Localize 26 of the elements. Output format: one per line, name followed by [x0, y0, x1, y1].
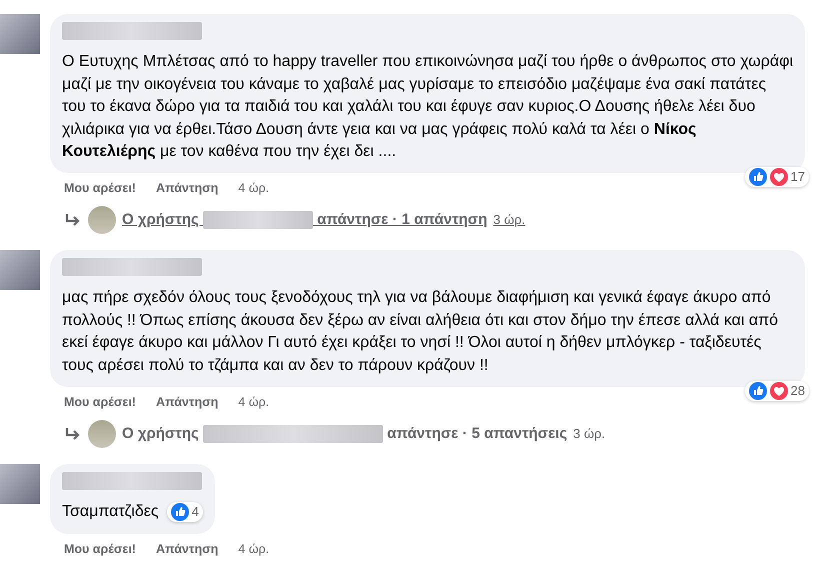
avatar-placeholder [0, 250, 40, 290]
reaction-count: 28 [790, 382, 805, 400]
comment-text: Τσαμπατζιδες [62, 503, 159, 520]
reply-link[interactable]: Απάντηση [156, 179, 218, 198]
like-link[interactable]: Μου αρέσει! [64, 393, 136, 412]
comment-time: 4 ώρ. [238, 180, 270, 198]
avatar-placeholder [0, 14, 40, 54]
comment-time: 4 ώρ. [238, 394, 270, 412]
reaction-count: 17 [790, 168, 805, 186]
reply-time: 3 ώρ. [493, 211, 526, 230]
comment-text: Ο Ευτυχης Μπλέτσας από το happy traveller που επικοινώνησα μαζί του ήρθε ο άνθρωπος στο χωράφι μαζί με την οικογένεια του κάναμε το χαβαλέ μας γυρίσαμε το επεισόδιο μαζέψαμε ένα σακί πατάτες του το έκανα δώρο για τα παιδιά του και χαλάλι του και έφυγε σαν κυριος.Ο Δουσης ήθελε λέει δυο χιλιάρικα για να έρθει.Τάσο Δουση άντε γεια και να μας γράφεις πολύ καλά τα λέει ο Νίκος Κουτελιέρης με τον καθένα που την έχει δει .... [62, 53, 793, 160]
replies-link[interactable]: Ο χρήστης απάντησε · 5 απαντήσεις [122, 422, 568, 446]
like-link[interactable]: Μου αρέσει! [64, 179, 136, 198]
reply-arrow-icon [64, 213, 82, 228]
reply-time: 3 ώρ. [573, 425, 606, 444]
avatar-placeholder [88, 420, 116, 448]
reply-arrow-icon [64, 426, 82, 441]
avatar-placeholder [88, 206, 116, 234]
comment-time: 4 ώρ. [238, 540, 270, 558]
comment-text: μας πήρε σχεδόν όλους τους ξενοδόχους τηλ για να βάλουμε διαφήμιση και γενικά έφαγε άκυρο από πολλούς !! Όπως επίσης άκουσα δεν ξέρω αν είναι αλήθεια ότι και στον δήμο την έπεσε αλλά και από εκεί έφαγε άκυρο και μάλλον Γι αυτό έχει κράξει το νησί !! Όλοι αυτοί η δήθεν μπλόγκερ - ταξιδευτές τους αρέσει πολύ το τζάμπα και αν δεν το πάρουν κράζουν !! [62, 289, 778, 374]
avatar-placeholder [0, 464, 40, 504]
replies-link[interactable]: Ο χρήστης απάντησε · 1 απάντηση [122, 208, 488, 232]
reply-link[interactable]: Απάντηση [156, 540, 218, 558]
reaction-count: 4 [192, 502, 199, 521]
like-link[interactable]: Μου αρέσει! [64, 540, 136, 558]
reply-link[interactable]: Απάντηση [156, 393, 218, 412]
